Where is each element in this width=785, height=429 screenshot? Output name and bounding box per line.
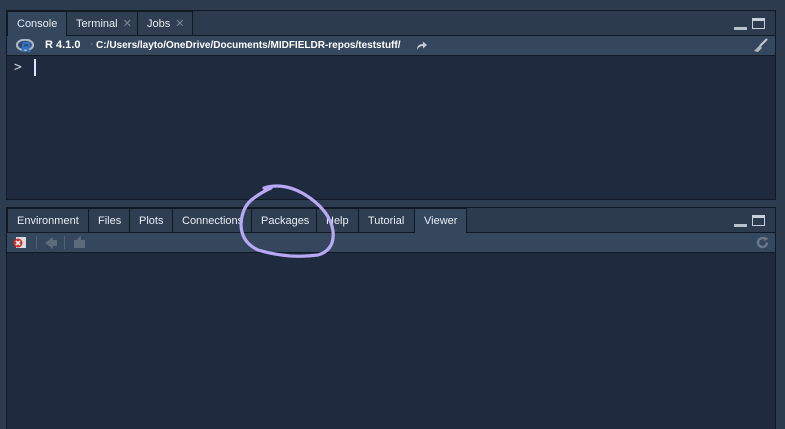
tab-jobs-label: Jobs <box>147 18 171 30</box>
tab-environment-label: Environment <box>17 215 79 227</box>
tab-console-label: Console <box>17 18 58 30</box>
text-cursor <box>34 59 36 76</box>
toolbar-separator <box>64 236 65 249</box>
export-icon[interactable] <box>72 236 86 249</box>
console-prompt: > <box>14 60 22 75</box>
tab-viewer-label: Viewer <box>424 215 458 227</box>
maximize-pane-icon[interactable] <box>752 18 765 29</box>
r-logo-icon <box>16 39 34 53</box>
broom-icon[interactable] <box>751 38 769 53</box>
minimize-pane-icon[interactable] <box>734 219 747 227</box>
close-icon[interactable]: ✕ <box>175 18 184 30</box>
tab-packages-label: Packages <box>261 215 310 227</box>
minimize-pane-icon[interactable] <box>734 22 747 30</box>
tab-plots[interactable]: Plots <box>129 208 173 232</box>
tab-terminal[interactable]: Terminal ✕ <box>66 11 138 35</box>
tab-files-label: Files <box>98 215 122 227</box>
close-icon[interactable]: ✕ <box>123 18 132 30</box>
viewer-tabbar: Environment Files Plots Connections Pack… <box>7 208 775 233</box>
console-toolbar: R 4.1.0 · C:/Users/layto/OneDrive/Docume… <box>7 36 775 56</box>
console-pane: Console Terminal ✕ Jobs ✕ R 4.1.0 · C:/Use… <box>6 10 776 200</box>
back-arrow-icon[interactable] <box>44 236 58 249</box>
tab-connections-label: Connections <box>182 215 244 227</box>
r-version-label: R 4.1.0 <box>45 39 81 51</box>
tab-terminal-label: Terminal <box>76 18 118 30</box>
working-directory-path: C:/Users/layto/OneDrive/Documents/MIDFIE… <box>96 40 401 51</box>
tab-connections[interactable]: Connections <box>172 208 252 232</box>
separator-dot: · <box>90 38 94 50</box>
tab-environment[interactable]: Environment <box>7 208 89 232</box>
tab-tutorial-label: Tutorial <box>368 215 405 227</box>
tab-tutorial[interactable]: Tutorial <box>358 208 415 232</box>
tab-jobs[interactable]: Jobs ✕ <box>137 11 193 35</box>
console-tabbar: Console Terminal ✕ Jobs ✕ <box>7 11 775 36</box>
tab-help[interactable]: Help <box>316 208 359 232</box>
viewer-pane: Environment Files Plots Connections Pack… <box>6 207 776 429</box>
tab-help-label: Help <box>326 215 349 227</box>
tab-files[interactable]: Files <box>88 208 130 232</box>
maximize-pane-icon[interactable] <box>752 215 765 226</box>
clear-viewer-icon[interactable] <box>13 236 27 249</box>
tab-console[interactable]: Console <box>7 11 67 36</box>
tab-plots-label: Plots <box>139 215 164 227</box>
toolbar-separator <box>36 236 37 249</box>
arrow-right-curved-icon[interactable] <box>415 40 428 51</box>
viewer-toolbar <box>7 233 775 253</box>
viewer-content <box>7 253 775 429</box>
tab-packages[interactable]: Packages <box>251 208 317 232</box>
refresh-icon[interactable] <box>756 236 770 249</box>
console-output[interactable]: > <box>7 56 775 199</box>
tab-viewer[interactable]: Viewer <box>414 208 467 233</box>
